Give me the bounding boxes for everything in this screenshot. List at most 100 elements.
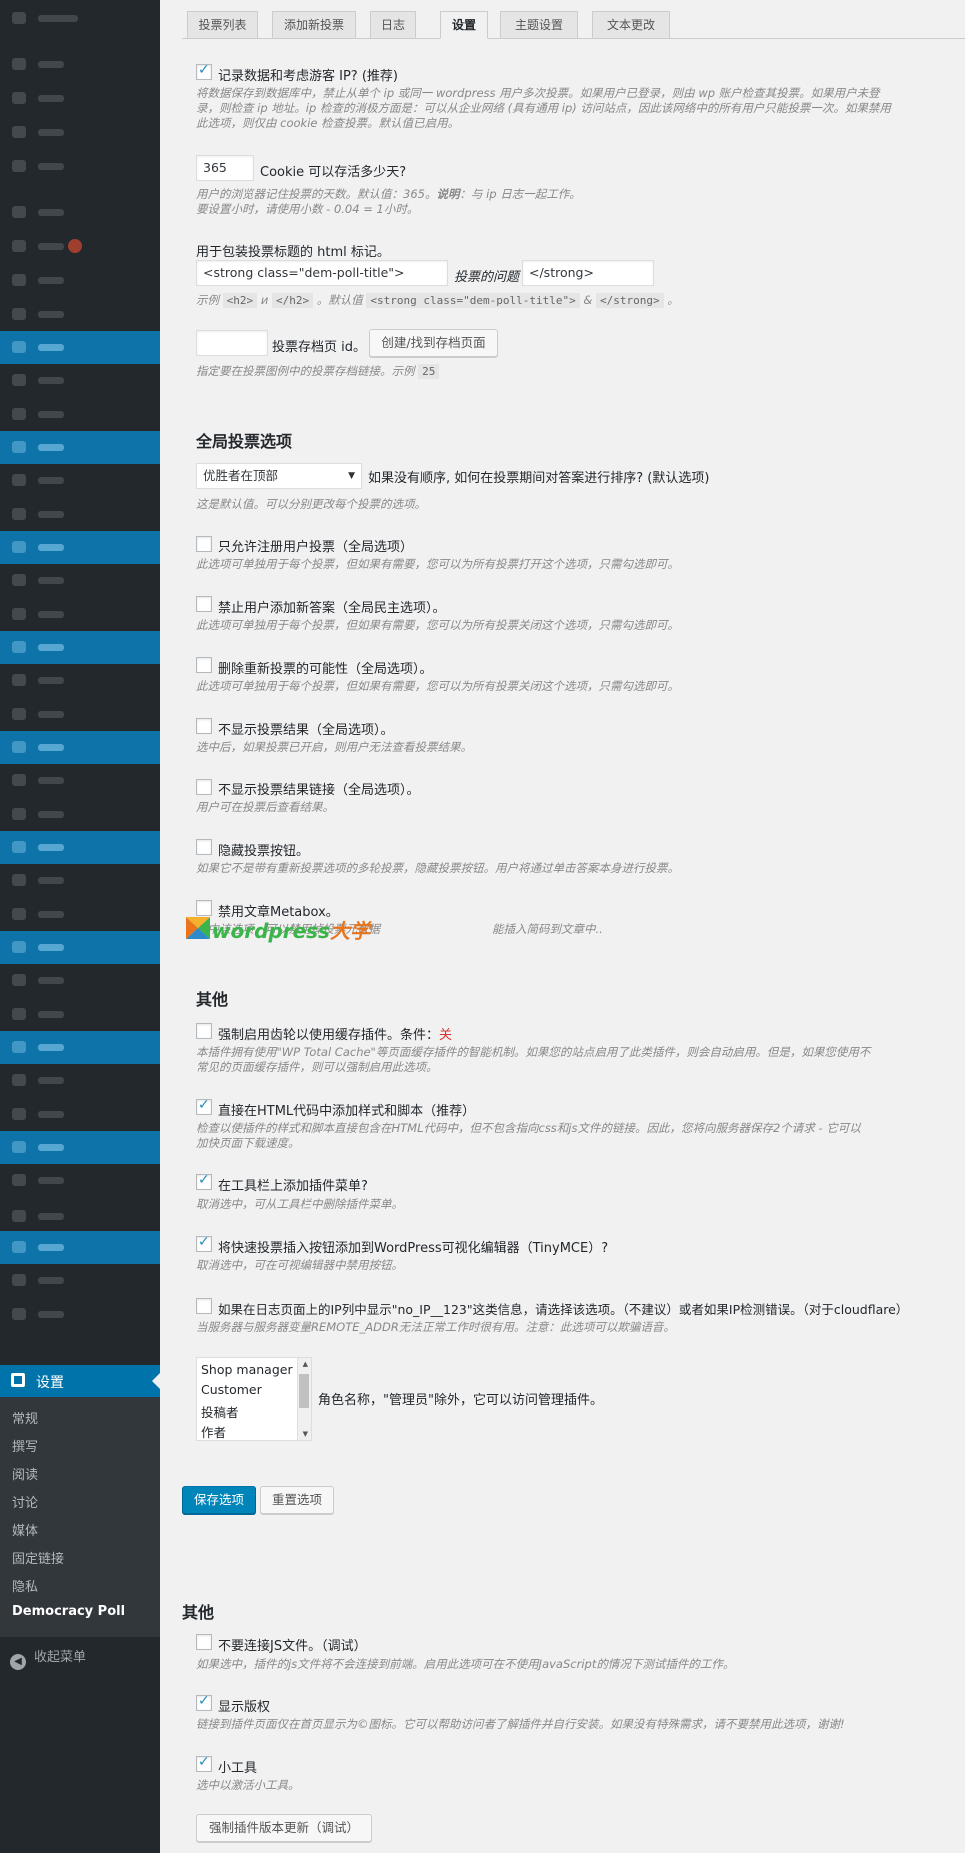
submenu-item-democracy-poll[interactable]: Democracy Poll bbox=[12, 1604, 125, 1619]
menu-icon bbox=[12, 841, 26, 853]
sidebar-item-blurred[interactable] bbox=[0, 531, 160, 564]
inline-assets-checkbox[interactable] bbox=[196, 1097, 212, 1115]
sidebar-item-blurred[interactable] bbox=[0, 1200, 160, 1233]
archive-page-id-input[interactable] bbox=[196, 330, 268, 356]
reset-options-button[interactable]: 重置选项 bbox=[260, 1486, 334, 1514]
sidebar-item-blurred[interactable] bbox=[0, 631, 160, 664]
log-ip-checkbox[interactable] bbox=[196, 62, 212, 80]
sidebar-item-blurred[interactable] bbox=[0, 964, 160, 997]
sidebar-item-blurred[interactable] bbox=[0, 1298, 160, 1331]
sidebar-item-blurred[interactable] bbox=[0, 150, 160, 183]
answer-order-select[interactable]: 优胜者在顶部 ▼ bbox=[196, 463, 362, 489]
collapse-menu-button[interactable]: ◀ 收起菜单 bbox=[10, 1646, 86, 1670]
no-revote-checkbox[interactable] bbox=[196, 657, 212, 673]
title-close-tag-input[interactable]: </strong> bbox=[522, 260, 654, 286]
sidebar-item-blurred[interactable] bbox=[0, 798, 160, 831]
sidebar-item-blurred[interactable] bbox=[0, 1264, 160, 1297]
force-cache-checkbox[interactable] bbox=[196, 1023, 212, 1039]
sidebar-item-blurred[interactable] bbox=[0, 664, 160, 697]
submenu-item-media[interactable]: 媒体 bbox=[12, 1520, 38, 1539]
cookie-days-input[interactable]: 365 bbox=[196, 155, 254, 181]
html-title-desc-text: и bbox=[260, 293, 269, 307]
hide-results-link-checkbox[interactable] bbox=[196, 779, 212, 795]
sidebar-item-blurred[interactable] bbox=[0, 564, 160, 597]
tab-text-changes[interactable]: 文本更改 bbox=[592, 11, 670, 39]
widget-label: 小工具 bbox=[218, 1761, 258, 1776]
sidebar-item-blurred[interactable] bbox=[0, 898, 160, 931]
toolbar-menu-checkbox[interactable] bbox=[196, 1172, 212, 1190]
sidebar-item-blurred[interactable] bbox=[0, 82, 160, 115]
registered-only-description: 此选项可单独用于每个投票，但如果有需要，您可以为所有投票打开这个选项，只需勾选即… bbox=[196, 557, 679, 571]
ip-log-fallback-checkbox[interactable] bbox=[196, 1298, 212, 1314]
sidebar-item-blurred[interactable] bbox=[0, 864, 160, 897]
tab-settings[interactable]: 设置 bbox=[440, 11, 488, 39]
scroll-down-icon[interactable]: ▼ bbox=[303, 1430, 308, 1438]
submenu-item-reading[interactable]: 阅读 bbox=[12, 1464, 38, 1483]
sidebar-item-blurred[interactable] bbox=[0, 264, 160, 297]
force-update-button[interactable]: 强制插件版本更新（调试） bbox=[196, 1814, 372, 1842]
widget-checkbox[interactable] bbox=[196, 1754, 212, 1772]
sidebar-item-blurred[interactable] bbox=[0, 698, 160, 731]
menu-icon bbox=[12, 240, 26, 252]
menu-icon bbox=[12, 1308, 26, 1320]
sidebar-item-blurred[interactable] bbox=[0, 230, 160, 263]
sidebar-item-blurred[interactable] bbox=[0, 116, 160, 149]
sidebar-item-blurred[interactable] bbox=[0, 498, 160, 531]
sidebar-item-blurred[interactable] bbox=[0, 1164, 160, 1197]
no-js-checkbox[interactable] bbox=[196, 1634, 212, 1650]
menu-icon bbox=[12, 1274, 26, 1286]
sidebar-item-blurred[interactable] bbox=[0, 764, 160, 797]
hide-vote-button-checkbox[interactable] bbox=[196, 839, 212, 855]
sidebar-item-blurred[interactable] bbox=[0, 598, 160, 631]
scroll-up-icon[interactable]: ▲ bbox=[303, 1360, 308, 1368]
sidebar-item-blurred[interactable] bbox=[0, 398, 160, 431]
tab-theme-settings[interactable]: 主题设置 bbox=[500, 11, 578, 39]
sidebar-item-blurred[interactable] bbox=[0, 2, 160, 35]
submenu-item-permalinks[interactable]: 固定链接 bbox=[12, 1548, 64, 1567]
disable-metabox-checkbox[interactable] bbox=[196, 900, 212, 916]
tab-add-poll[interactable]: 添加新投票 bbox=[272, 11, 356, 39]
tab-poll-list[interactable]: 投票列表 bbox=[187, 11, 258, 39]
sidebar-item-blurred[interactable] bbox=[0, 1231, 160, 1264]
sidebar-item-blurred[interactable] bbox=[0, 1098, 160, 1131]
tab-logs[interactable]: 日志 bbox=[370, 11, 416, 39]
sidebar-item-blurred[interactable] bbox=[0, 48, 160, 81]
sidebar-item-blurred[interactable] bbox=[0, 1064, 160, 1097]
disable-metabox-description-tail: 能插入简码到文章中.. bbox=[492, 922, 603, 936]
role-option[interactable]: 作者 bbox=[201, 1422, 226, 1440]
sidebar-item-blurred[interactable] bbox=[0, 298, 160, 331]
no-new-answers-checkbox[interactable] bbox=[196, 596, 212, 612]
role-option[interactable]: Shop manager bbox=[201, 1362, 293, 1377]
sidebar-item-blurred[interactable] bbox=[0, 1031, 160, 1064]
sidebar-item-settings[interactable]: 设置 bbox=[0, 1365, 160, 1397]
create-archive-page-button[interactable]: 创建/找到存档页面 bbox=[369, 329, 498, 357]
sidebar-item-blurred[interactable] bbox=[0, 731, 160, 764]
menu-icon bbox=[12, 608, 26, 620]
sidebar-item-blurred[interactable] bbox=[0, 831, 160, 864]
submenu-item-general[interactable]: 常规 bbox=[12, 1408, 38, 1427]
submenu-item-discussion[interactable]: 讨论 bbox=[12, 1492, 38, 1511]
registered-only-checkbox[interactable] bbox=[196, 536, 212, 552]
sidebar-item-blurred[interactable] bbox=[0, 196, 160, 229]
show-copyright-checkbox[interactable] bbox=[196, 1693, 212, 1711]
role-option[interactable]: 投稿者 bbox=[201, 1402, 239, 1421]
menu-icon bbox=[12, 1041, 26, 1053]
submenu-item-writing[interactable]: 撰写 bbox=[12, 1436, 38, 1455]
title-open-tag-input[interactable]: <strong class="dem-poll-title"> bbox=[196, 260, 448, 286]
hide-results-checkbox[interactable] bbox=[196, 718, 212, 734]
sidebar-item-blurred[interactable] bbox=[0, 331, 160, 364]
sidebar-item-blurred[interactable] bbox=[0, 431, 160, 464]
sidebar-item-blurred[interactable] bbox=[0, 364, 160, 397]
sidebar-item-blurred[interactable] bbox=[0, 1131, 160, 1164]
sidebar-item-blurred[interactable] bbox=[0, 464, 160, 497]
sidebar-item-blurred[interactable] bbox=[0, 931, 160, 964]
sidebar-item-blurred[interactable] bbox=[0, 998, 160, 1031]
hide-results-link-label: 不显示投票结果链接（全局选项）。 bbox=[218, 783, 420, 798]
save-options-button[interactable]: 保存选项 bbox=[182, 1486, 256, 1514]
collapse-menu-label: 收起菜单 bbox=[34, 1650, 87, 1665]
role-option[interactable]: Customer bbox=[201, 1382, 262, 1397]
tinymce-button-checkbox[interactable] bbox=[196, 1234, 212, 1252]
scrollbar-thumb[interactable] bbox=[299, 1374, 309, 1408]
access-roles-listbox[interactable]: Shop manager Customer 投稿者 作者 ▲ ▼ bbox=[196, 1357, 312, 1441]
submenu-item-privacy[interactable]: 隐私 bbox=[12, 1576, 38, 1595]
